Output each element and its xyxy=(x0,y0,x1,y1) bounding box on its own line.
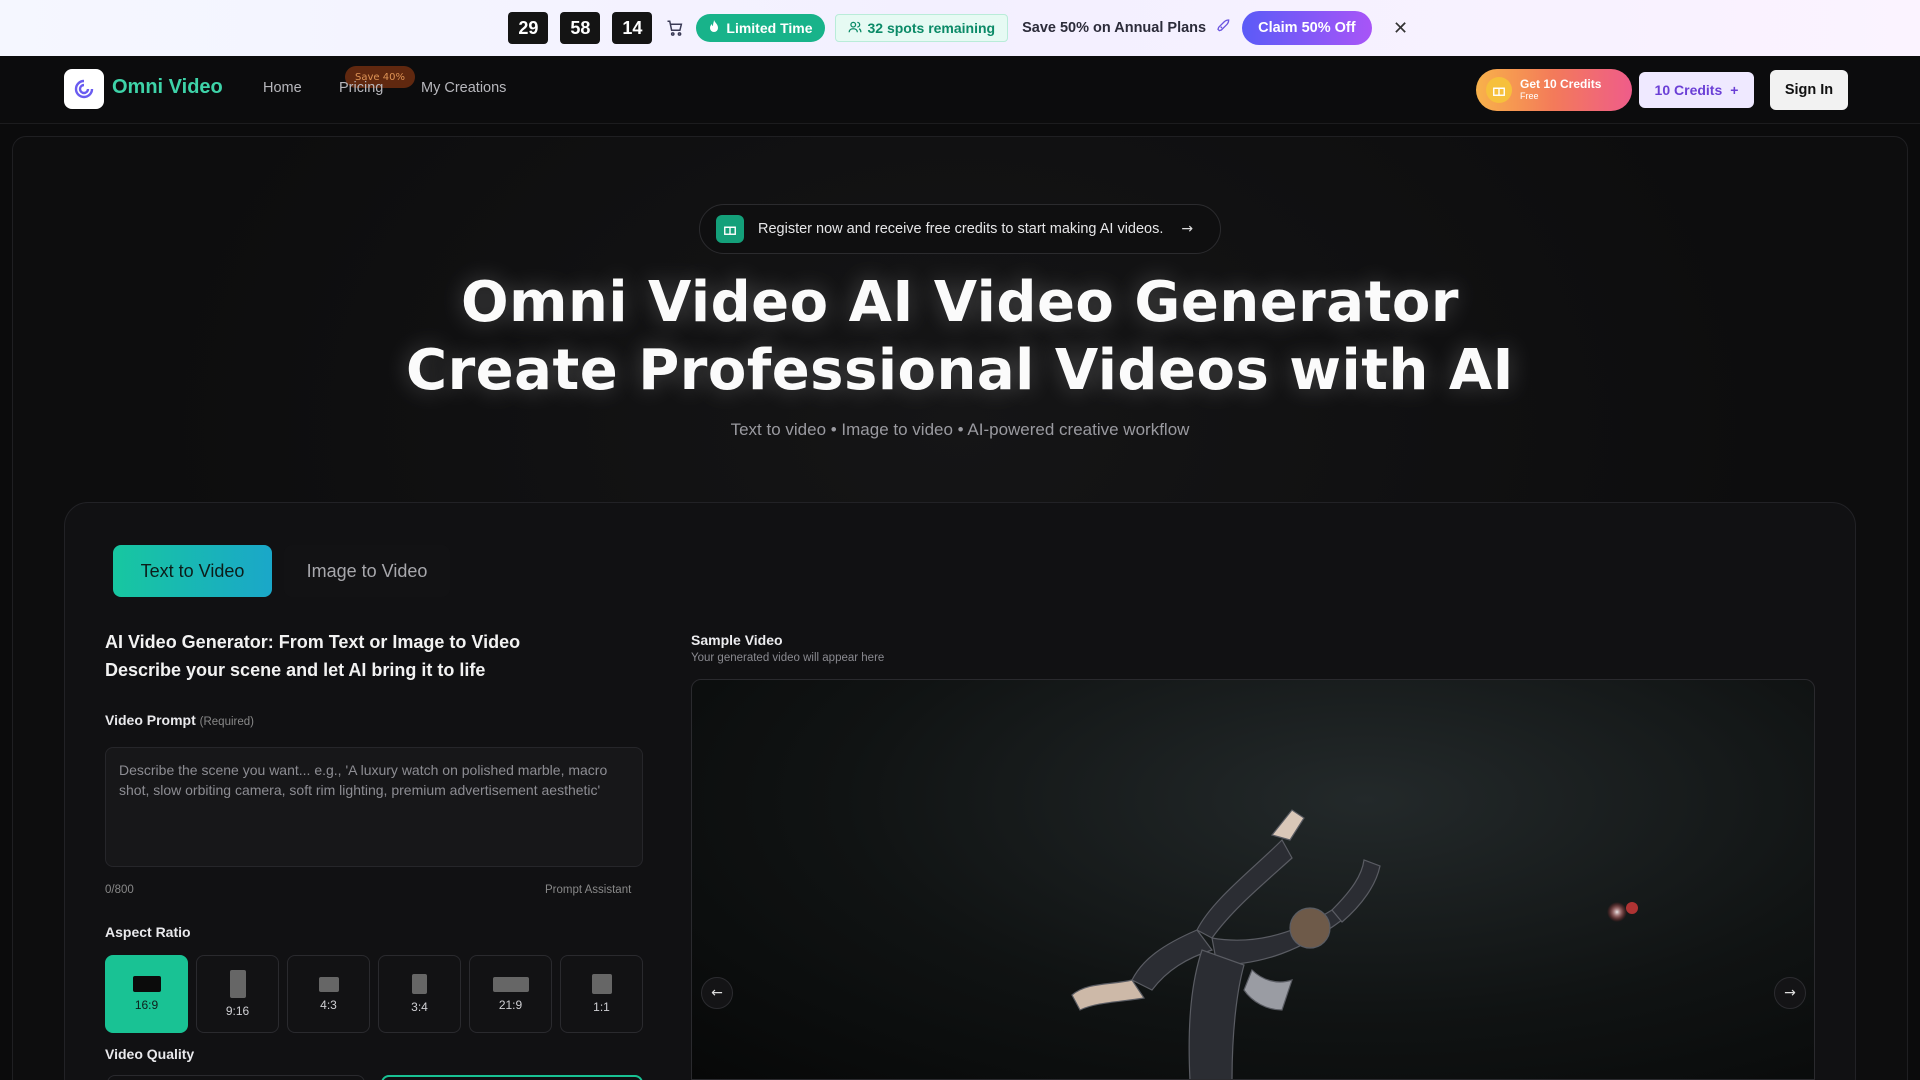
get-credits-title: Get 10 Credits xyxy=(1520,77,1602,91)
countdown-hours: 29 xyxy=(508,12,549,44)
hero-title-line1: Omni Video AI Video Generator xyxy=(461,270,1459,335)
nav-home[interactable]: Home xyxy=(263,80,302,96)
arrow-left-icon: ← xyxy=(711,985,723,1001)
aspect-ratio-label: Aspect Ratio xyxy=(105,924,191,940)
ratio-9-16[interactable]: 9:16 xyxy=(196,955,279,1033)
quality-option[interactable] xyxy=(107,1075,365,1080)
ratio-label: 1:1 xyxy=(593,1000,610,1014)
tab-text-to-video[interactable]: Text to Video xyxy=(113,545,272,597)
promo-bar: 29 58 14 Limited Time 32 spots remaining… xyxy=(0,0,1920,56)
ratio-3-4[interactable]: 3:4 xyxy=(378,955,461,1033)
aspect-ratio-options: 16:9 9:16 4:3 3:4 21:9 1:1 xyxy=(105,955,643,1033)
credits-button[interactable]: 10 Credits + xyxy=(1639,72,1754,108)
tab-image-to-video[interactable]: Image to Video xyxy=(284,545,450,597)
nav-my-creations[interactable]: My Creations xyxy=(421,80,506,96)
flame-icon xyxy=(708,19,720,37)
ratio-16-9[interactable]: 16:9 xyxy=(105,955,188,1033)
sample-video-title: Sample Video xyxy=(691,632,783,648)
form-heading-line1: AI Video Generator: From Text or Image t… xyxy=(105,632,521,652)
video-quality-label: Video Quality xyxy=(105,1046,195,1062)
prompt-required: (Required) xyxy=(199,716,254,728)
gift-icon xyxy=(716,215,744,243)
get-credits-sub: Free xyxy=(1520,91,1539,101)
ratio-shape-icon xyxy=(412,974,427,994)
countdown-minutes: 58 xyxy=(560,12,601,44)
spots-label: 32 spots remaining xyxy=(867,20,996,36)
save-annual-text: Save 50% on Annual Plans xyxy=(1022,20,1207,36)
users-icon xyxy=(848,20,862,37)
ratio-label: 4:3 xyxy=(320,997,337,1012)
arrow-right-icon: → xyxy=(1181,221,1194,237)
ratio-21-9[interactable]: 21:9 xyxy=(469,955,552,1033)
register-text: Register now and receive free credits to… xyxy=(758,221,1164,237)
quality-option-selected[interactable] xyxy=(381,1075,643,1080)
top-nav: Omni Video Home Save 40% Pricing My Crea… xyxy=(0,56,1920,124)
hero-title-line2: Create Professional Videos with AI xyxy=(405,338,1515,403)
register-banner[interactable]: Register now and receive free credits to… xyxy=(699,204,1221,254)
ratio-label: 9:16 xyxy=(225,1004,250,1018)
prev-video-button[interactable]: ← xyxy=(701,977,733,1009)
ratio-label: 3:4 xyxy=(411,1000,428,1014)
get-free-credits-button[interactable]: Get 10 Credits Free xyxy=(1476,69,1632,111)
cart-icon xyxy=(664,17,686,39)
credits-label: 10 Credits xyxy=(1654,82,1723,98)
sample-video-subtitle: Your generated video will appear here xyxy=(691,652,885,664)
ratio-4-3[interactable]: 4:3 xyxy=(287,955,370,1033)
prompt-textarea[interactable]: Describe the scene you want... e.g., 'A … xyxy=(105,747,643,867)
form-heading-line2: Describe your scene and let AI bring it … xyxy=(105,660,486,680)
logo-icon[interactable] xyxy=(64,69,104,109)
ratio-label: 21:9 xyxy=(498,997,523,1012)
plus-icon: + xyxy=(1730,82,1739,98)
countdown-seconds: 14 xyxy=(612,12,653,44)
prompt-label: Video Prompt (Required) xyxy=(105,712,254,728)
gift-icon xyxy=(1486,77,1512,103)
hero-subtitle: Text to video • Image to video • AI-powe… xyxy=(730,420,1190,439)
ratio-shape-icon xyxy=(591,974,612,994)
prompt-label-text: Video Prompt xyxy=(105,712,196,728)
arrow-right-icon: → xyxy=(1784,985,1796,1001)
prompt-assistant-link[interactable]: Prompt Assistant xyxy=(545,884,631,896)
ratio-shape-icon xyxy=(492,976,529,992)
gymnast-image xyxy=(1071,809,1638,1079)
ratio-shape-icon xyxy=(229,970,246,998)
brand-name[interactable]: Omni Video xyxy=(112,76,223,99)
prompt-counter: 0/800 xyxy=(105,884,134,896)
next-video-button[interactable]: → xyxy=(1774,977,1806,1009)
sign-in-button[interactable]: Sign In xyxy=(1770,70,1848,110)
ratio-shape-icon xyxy=(318,976,339,992)
nav-pricing[interactable]: Pricing xyxy=(339,80,383,96)
claim-offer-button[interactable]: Claim 50% Off xyxy=(1242,11,1372,45)
spots-badge: 32 spots remaining xyxy=(834,14,1009,42)
ratio-1-1[interactable]: 1:1 xyxy=(560,955,643,1033)
ratio-shape-icon xyxy=(132,976,161,992)
ratio-label: 16:9 xyxy=(134,998,159,1012)
limited-time-label: Limited Time xyxy=(726,20,813,36)
close-icon[interactable]: ✕ xyxy=(1390,18,1412,39)
rocket-icon xyxy=(1216,18,1232,38)
sample-video-player[interactable] xyxy=(691,679,1815,1080)
limited-time-badge: Limited Time xyxy=(696,14,825,42)
